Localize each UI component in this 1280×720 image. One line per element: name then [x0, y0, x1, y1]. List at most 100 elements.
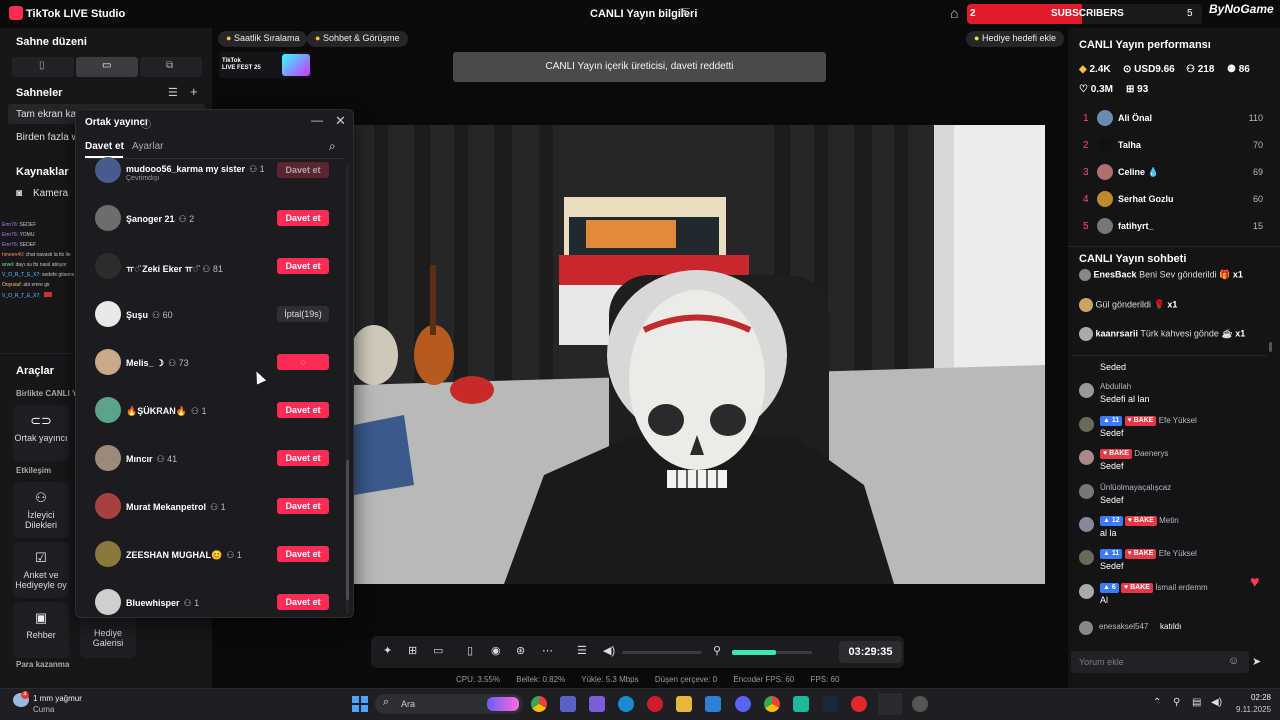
- record-icon[interactable]: ◉: [491, 644, 501, 657]
- tab-settings[interactable]: Ayarlar: [132, 141, 164, 152]
- tab-invite[interactable]: Davet et: [85, 141, 124, 152]
- avatar[interactable]: [95, 253, 121, 279]
- rank-name: Serhat Gozlu: [1118, 194, 1174, 204]
- avatar: [1097, 110, 1113, 126]
- avatar[interactable]: [95, 541, 121, 567]
- comment-text: Sedefi al lan: [1100, 394, 1150, 404]
- layout-multi-button[interactable]: ⧉: [140, 57, 202, 77]
- obs-icon[interactable]: [912, 696, 928, 712]
- fan-badge: ♥ BAKE: [1124, 549, 1157, 559]
- comment-text: Seded: [1100, 362, 1127, 372]
- chat-call-pill[interactable]: ● Sohbet & Görüşme: [307, 31, 408, 47]
- comment-username[interactable]: ♥ BAKE Daenerys: [1100, 449, 1168, 459]
- performance-title: CANLI Yayın performansı: [1079, 39, 1211, 51]
- microphone-icon[interactable]: ⚲: [1173, 697, 1180, 708]
- cohost-button[interactable]: ⊂⊃ Ortak yayıncı: [13, 405, 69, 461]
- chat-scrollbar[interactable]: [1269, 342, 1272, 352]
- dialog-scroll-thumb[interactable]: [346, 460, 349, 600]
- network-icon[interactable]: ▤: [1192, 697, 1201, 708]
- comment-username[interactable]: ▲ 11 ♥ BAKE Efe Yüksel: [1100, 416, 1197, 426]
- mail-icon[interactable]: [705, 696, 721, 712]
- hourly-ranking-pill[interactable]: ● Saatlik Sıralama: [218, 31, 308, 47]
- invite-button[interactable]: Davet et: [277, 594, 329, 610]
- invite-button[interactable]: Davet et: [277, 210, 329, 226]
- effects-icon[interactable]: ⊞: [408, 644, 417, 657]
- list-icon[interactable]: ☰: [168, 86, 178, 99]
- weather-text[interactable]: 1 mm yağmur: [33, 694, 82, 703]
- windows-logo-icon: [361, 696, 368, 703]
- avatar[interactable]: [95, 157, 121, 183]
- add-scene-icon[interactable]: +: [190, 84, 198, 99]
- subs-count-right: 5: [1187, 8, 1193, 19]
- poll-button[interactable]: ☑ Anket ve Hediyeyle oy: [13, 542, 69, 598]
- comment-username[interactable]: Abdullah: [1100, 382, 1131, 391]
- discord-icon[interactable]: [735, 696, 751, 712]
- avatar[interactable]: [95, 397, 121, 423]
- microphone-icon[interactable]: ⚲: [713, 644, 721, 657]
- avatar[interactable]: [95, 301, 121, 327]
- search-icon[interactable]: ⌕: [329, 139, 336, 154]
- magic-wand-icon[interactable]: ✦: [383, 644, 392, 657]
- avatar[interactable]: [95, 589, 121, 615]
- comment-username[interactable]: Ünlüolmayaçalışcaz: [1100, 483, 1171, 492]
- teams-icon[interactable]: [589, 696, 605, 712]
- more-icon[interactable]: ⋯: [542, 644, 553, 657]
- edge-icon[interactable]: [618, 696, 634, 712]
- viewer-requests-button[interactable]: ⚇ İzleyici Dilekleri: [13, 482, 69, 538]
- clock-time[interactable]: 02:28: [1231, 693, 1271, 702]
- app-icon[interactable]: [793, 696, 809, 712]
- level-badge: ▲ 11: [1100, 549, 1123, 559]
- volume-icon[interactable]: ◀): [1211, 697, 1222, 708]
- invite-loading-button[interactable]: ◌: [277, 354, 329, 370]
- gift-goal-pill[interactable]: ● Hediye hedefi ekle: [966, 31, 1065, 47]
- comment-username[interactable]: ▲ 11 ♥ BAKE Efe Yüksel: [1100, 549, 1197, 559]
- cancel-invite-button[interactable]: İptal(19s): [277, 306, 329, 322]
- share-icon[interactable]: ⇱: [680, 6, 694, 20]
- avatar[interactable]: [95, 349, 121, 375]
- comment-username[interactable]: ▲ 6 ♥ BAKE İsmail erdemm: [1100, 583, 1208, 593]
- send-icon[interactable]: ➤: [1252, 655, 1261, 668]
- invite-button[interactable]: Davet et: [277, 546, 329, 562]
- host-name: Melis_ ☽ ⚇ 73: [126, 358, 189, 368]
- invite-button[interactable]: Davet et: [277, 162, 329, 178]
- volume-slider[interactable]: [622, 651, 702, 654]
- avatar[interactable]: [95, 493, 121, 519]
- avatar[interactable]: [95, 445, 121, 471]
- guide-button[interactable]: ▣ Rehber: [13, 602, 69, 658]
- tiktok-live-studio-icon[interactable]: [878, 693, 902, 715]
- home-icon[interactable]: ⌂: [950, 5, 958, 21]
- camera-settings-icon[interactable]: ⊛: [516, 644, 525, 657]
- layout-portrait-button[interactable]: ▯: [12, 57, 74, 77]
- scene-item-label[interactable]: Birden fazla w: [16, 132, 79, 143]
- invite-button[interactable]: Davet et: [277, 258, 329, 274]
- minimize-icon[interactable]: —: [311, 113, 323, 127]
- phone-icon[interactable]: ▯: [467, 644, 473, 657]
- app-icon[interactable]: [560, 696, 576, 712]
- opera-icon[interactable]: [647, 696, 663, 712]
- emoji-icon[interactable]: ☺: [1228, 655, 1239, 667]
- list-item: Ooyusuf: abi emre gir: [2, 282, 50, 288]
- volume-icon[interactable]: ◀): [603, 644, 615, 657]
- avatar[interactable]: [95, 205, 121, 231]
- chevron-up-icon[interactable]: ⌃: [1153, 697, 1161, 708]
- clock-date[interactable]: 9.11.2025: [1231, 705, 1271, 714]
- close-icon[interactable]: ✕: [335, 113, 346, 129]
- chrome-icon[interactable]: [764, 696, 780, 712]
- steam-icon[interactable]: [822, 696, 838, 712]
- help-icon[interactable]: ⓘ: [141, 116, 151, 131]
- invite-button[interactable]: Davet et: [277, 498, 329, 514]
- layout-icon[interactable]: ▭: [433, 644, 443, 657]
- comment-username[interactable]: ▲ 12 ♥ BAKE Metin: [1100, 516, 1179, 526]
- rank-score: 15: [1252, 221, 1263, 231]
- invite-button[interactable]: Davet et: [277, 450, 329, 466]
- invite-button[interactable]: Davet et: [277, 402, 329, 418]
- file-explorer-icon[interactable]: [676, 696, 692, 712]
- source-camera[interactable]: Kamera: [33, 188, 68, 199]
- host-name: 🔥ŞÜKRAN🔥 ⚇ 1: [126, 406, 207, 416]
- start-button[interactable]: [352, 696, 368, 712]
- mixer-icon[interactable]: ☰: [577, 644, 587, 657]
- join-username[interactable]: enesaksel547: [1099, 622, 1148, 631]
- layout-landscape-button[interactable]: ▭: [76, 57, 138, 77]
- chrome-icon[interactable]: [531, 696, 547, 712]
- media-player-icon[interactable]: [851, 696, 867, 712]
